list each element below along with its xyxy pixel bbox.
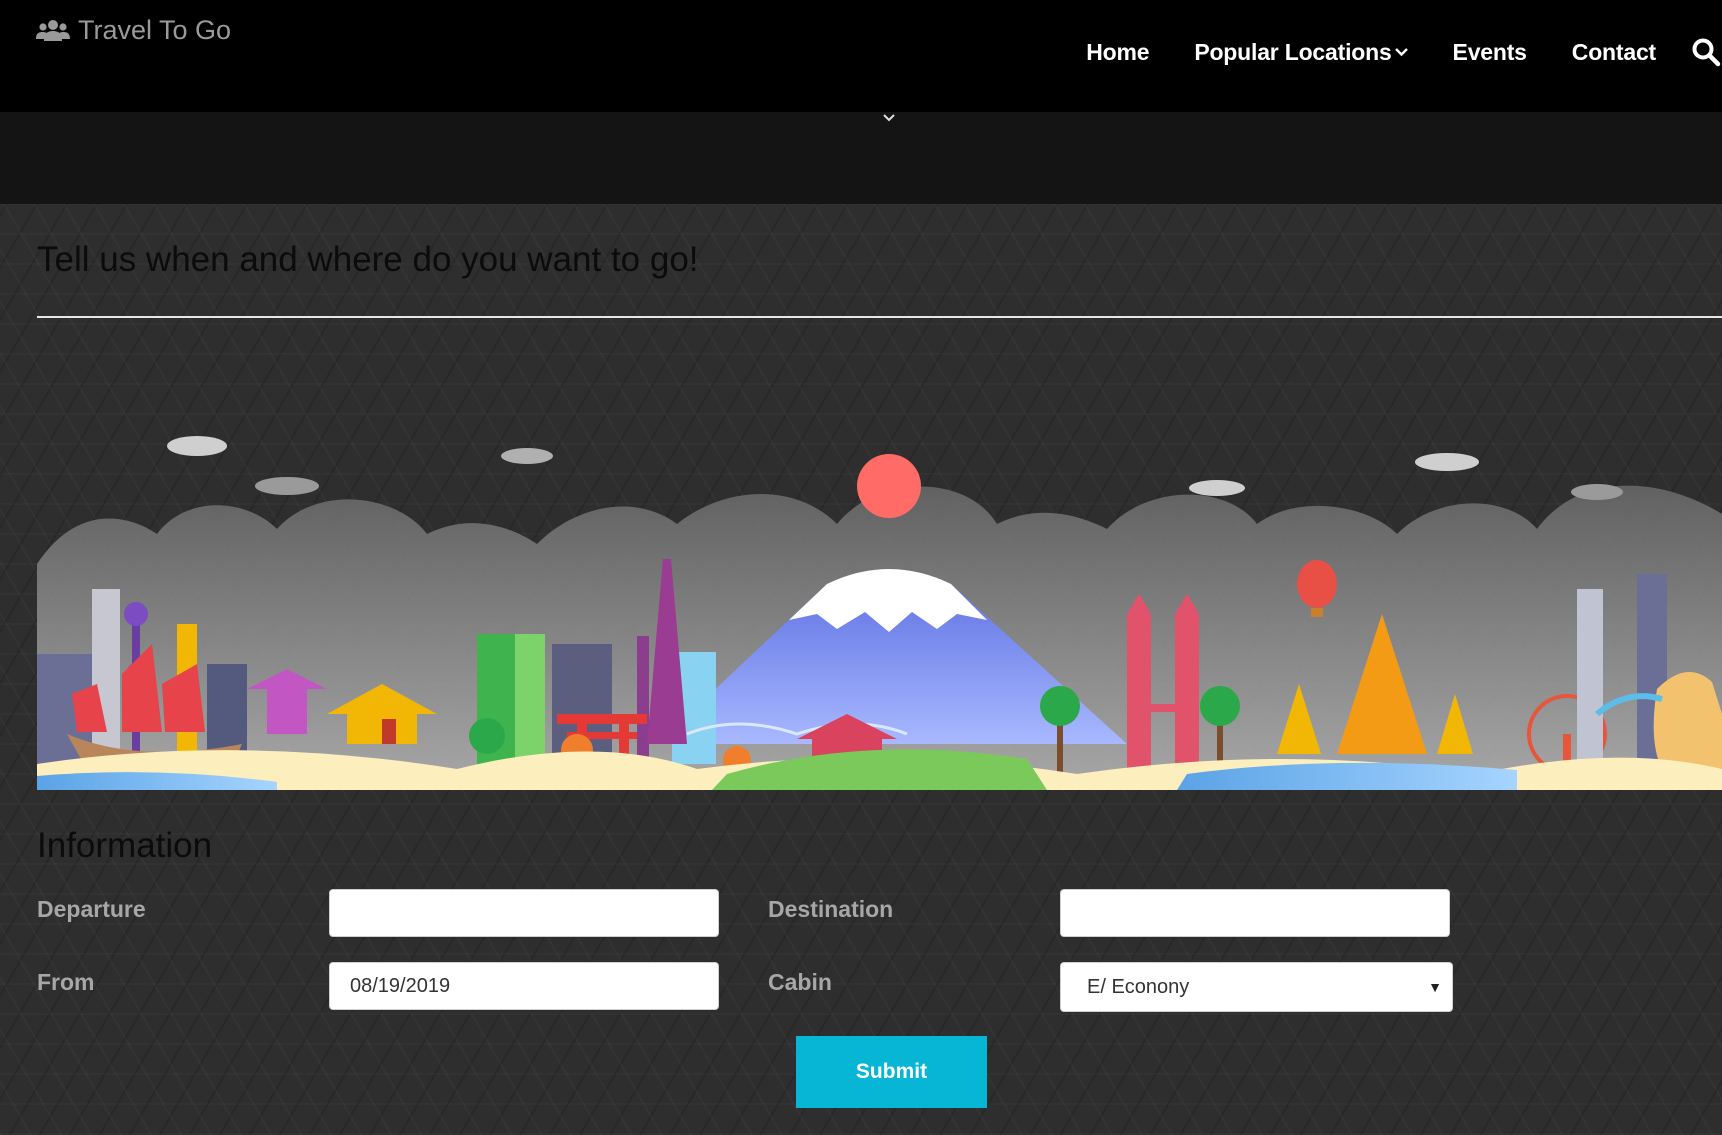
submit-button[interactable]: Submit [796, 1036, 987, 1108]
asian-landmarks-skyline-illustration [37, 436, 1722, 790]
from-label: From [37, 969, 95, 995]
main-content: Tell us when and where do you want to go… [0, 204, 1722, 1135]
nav-contact[interactable]: Contact [1572, 39, 1656, 66]
destination-label: Destination [768, 896, 894, 922]
scroll-down-chevron-icon[interactable] [882, 113, 896, 123]
hero-strip [0, 112, 1722, 204]
dropdown-caret-icon: ▼ [1428, 979, 1442, 995]
top-navbar: Travel To Go Home Popular Locations Even… [0, 0, 1722, 112]
cabin-select[interactable]: E/ Econony ▼ [1060, 962, 1453, 1012]
nav-events[interactable]: Events [1453, 39, 1527, 66]
departure-label: Departure [37, 896, 146, 922]
brand-name: Travel To Go [78, 14, 232, 45]
chevron-down-icon [1394, 48, 1408, 57]
section-title-information: Information [37, 826, 213, 865]
users-icon [36, 20, 70, 41]
departure-input[interactable] [329, 889, 719, 937]
search-icon[interactable] [1690, 36, 1722, 68]
from-date-input[interactable] [329, 962, 719, 1010]
cabin-selected-value: E/ Econony [1087, 975, 1190, 998]
nav-home[interactable]: Home [1086, 39, 1149, 66]
nav-menu: Home Popular Locations Events Contact [1086, 36, 1722, 68]
cabin-label: Cabin [768, 969, 832, 995]
destination-input[interactable] [1060, 889, 1450, 937]
brand-logo[interactable]: Travel To Go [36, 14, 231, 46]
page-title: Tell us when and where do you want to go… [37, 240, 699, 279]
nav-popular-locations-label: Popular Locations [1194, 38, 1392, 65]
nav-popular-locations[interactable]: Popular Locations [1194, 38, 1408, 66]
nav-contact-label: Contact [1571, 38, 1656, 65]
nav-home-label: Home [1086, 38, 1150, 65]
title-divider [37, 316, 1722, 318]
nav-events-label: Events [1452, 38, 1527, 65]
